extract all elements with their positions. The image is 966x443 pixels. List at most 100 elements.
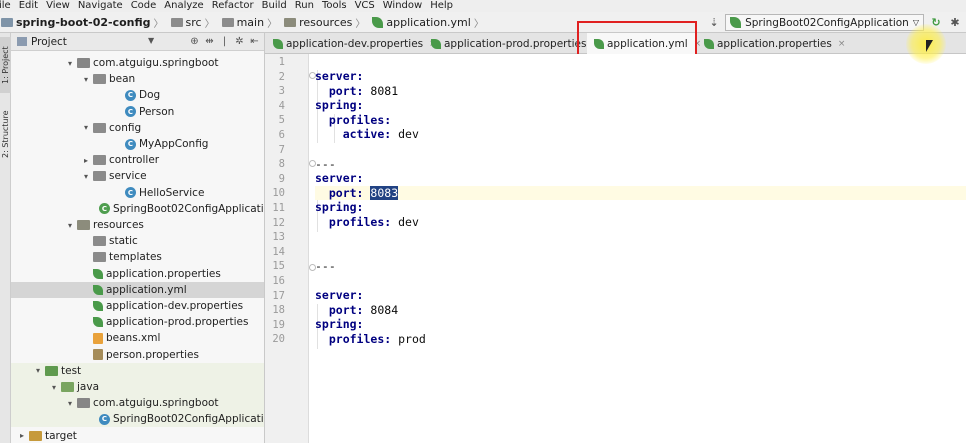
sync-icon[interactable]: ⊕ (187, 34, 202, 50)
tree-item[interactable]: ▾ config (11, 120, 264, 136)
breadcrumb-file[interactable]: application.yml (386, 16, 470, 29)
line-number: 3 (278, 85, 285, 98)
folder-icon (170, 17, 183, 27)
tree-item[interactable]: ▾ com.atguigu.springboot (11, 395, 264, 412)
project-panel-title[interactable]: Project (31, 36, 67, 48)
tree-item[interactable]: application-prod.properties (11, 314, 264, 330)
project-view-icon (17, 37, 27, 46)
code-line-5: profiles: (328, 112, 392, 127)
breadcrumb-separator: 〉 (267, 18, 278, 30)
tree-item[interactable]: C SpringBoot02ConfigApplication (11, 201, 264, 217)
line-number: 13 (272, 231, 285, 244)
expand-arrow-icon[interactable]: ▸ (81, 156, 91, 165)
code-line-15: --- (315, 259, 336, 273)
tree-item[interactable]: ▾ com.atguigu.springboot (11, 55, 264, 71)
tool-window-strip: 1: Project 2: Structure (0, 33, 11, 443)
expand-arrow-icon[interactable]: ▾ (81, 123, 91, 132)
menu-item[interactable]: Help (426, 0, 457, 12)
tree-item[interactable]: application.yml (11, 281, 264, 298)
tree-item[interactable]: CSpringBoot02ConfigApplicationT (11, 411, 264, 428)
code-line-18: port: 8084 (328, 302, 399, 317)
menu-item[interactable]: ile (0, 0, 15, 12)
tree-item[interactable]: ▸ target (11, 428, 264, 443)
breadcrumb-project[interactable]: spring-boot-02-config (16, 16, 151, 29)
tree-item[interactable]: application-dev.properties (11, 298, 264, 314)
tree-item[interactable]: person.properties (11, 347, 264, 363)
line-number: 15 (272, 260, 285, 273)
tree-item[interactable]: templates (11, 249, 264, 265)
menu-item[interactable]: View (42, 0, 74, 12)
code-editor[interactable]: 1 2 3 4 5 6 7 8 9 10 11 12 13 14 15 16 17 18 19 20 server: … (265, 54, 966, 443)
tree-item[interactable]: static (11, 233, 264, 249)
expand-arrow-icon[interactable]: ▾ (33, 366, 43, 375)
breadcrumb-resources[interactable]: resources (299, 16, 352, 29)
tree-item[interactable]: ▸ controller (11, 152, 264, 168)
test-folder-icon (61, 382, 74, 392)
expand-arrow-icon[interactable]: ▾ (65, 221, 75, 230)
menu-item[interactable]: Build (258, 0, 291, 12)
expand-arrow-icon[interactable]: ▾ (49, 383, 59, 392)
breadcrumb-src[interactable]: src (186, 16, 202, 29)
menu-bar: ile Edit View Navigate Code Analyze Refactor Bu… (0, 0, 966, 12)
tab-application-properties[interactable]: application.properties × (697, 33, 845, 54)
tree-item[interactable]: ▾ java (11, 379, 264, 395)
scroll-from-source-icon[interactable]: ⇹ (202, 34, 217, 50)
menu-item[interactable]: VCS (351, 0, 379, 12)
tree-item-label: bean (109, 73, 136, 86)
folder-icon (93, 155, 106, 166)
expand-arrow-icon[interactable]: ▸ (17, 431, 27, 440)
resources-folder-icon (284, 17, 297, 27)
menu-item[interactable]: Window (379, 0, 426, 12)
menu-item[interactable]: Navigate (74, 0, 127, 12)
tree-item[interactable]: ▾ service (11, 168, 264, 184)
code-line-10: port: 8083 (315, 185, 966, 201)
properties-file-icon (93, 349, 103, 361)
menu-item[interactable]: Code (127, 0, 161, 12)
tree-item-label: application.properties (106, 267, 221, 280)
expand-arrow-icon[interactable]: ▾ (65, 59, 75, 68)
line-number: 1 (278, 56, 285, 68)
breadcrumb-main[interactable]: main (237, 16, 264, 29)
run-configuration-dropdown[interactable]: SpringBoot02ConfigApplication ▽ (725, 14, 924, 31)
menu-item[interactable]: Refactor (208, 0, 258, 12)
breadcrumb-separator: 〉 (355, 18, 366, 30)
tree-item-label: person.properties (106, 348, 199, 361)
menu-item[interactable]: Analyze (160, 0, 207, 12)
close-icon[interactable]: × (838, 39, 846, 49)
separator: | (222, 36, 227, 47)
tree-item[interactable]: ▾ resources (11, 217, 264, 233)
mouse-pointer-icon (926, 40, 933, 52)
tree-item[interactable]: application.properties (11, 266, 264, 282)
chevron-down-icon[interactable]: ▼ (148, 36, 154, 45)
line-number: 4 (278, 99, 285, 112)
gear-icon[interactable]: ✲ (232, 34, 247, 50)
tree-item[interactable]: C MyAppConfig (11, 136, 264, 152)
folder-icon (93, 122, 106, 133)
hide-icon[interactable]: ⇤ (247, 34, 262, 50)
project-tool-tab[interactable]: 1: Project (0, 37, 11, 93)
menu-item[interactable]: Tools (318, 0, 351, 12)
structure-tool-tab[interactable]: 2: Structure (0, 103, 11, 165)
breadcrumb-separator: 〉 (473, 18, 484, 30)
line-number: 14 (272, 245, 285, 258)
tab-application-dev-properties[interactable]: application-dev.properties × (266, 33, 437, 54)
expand-arrow-icon[interactable]: ▾ (65, 399, 75, 408)
tree-item[interactable]: C HelloService (11, 185, 264, 201)
menu-item[interactable]: Run (291, 0, 318, 12)
tree-item[interactable]: C Dog (11, 87, 264, 103)
editor-tab-bar: application-dev.properties × application… (265, 33, 966, 54)
expand-arrow-icon[interactable]: ▾ (81, 172, 91, 181)
expand-arrow-icon[interactable]: ▾ (81, 75, 91, 84)
debug-icon[interactable]: ✱ (947, 15, 963, 31)
tree-item[interactable]: beans.xml (11, 330, 264, 346)
tree-item[interactable]: ▾ bean (11, 71, 264, 87)
spring-file-icon (594, 38, 604, 49)
tab-application-prod-properties[interactable]: application-prod.properties × (424, 33, 600, 54)
tree-item[interactable]: C Person (11, 104, 264, 120)
line-number: 10 (272, 187, 285, 200)
build-icon[interactable]: ⇣ (706, 15, 722, 31)
xml-file-icon (93, 332, 103, 344)
menu-item[interactable]: Edit (15, 0, 42, 12)
tab-application-yml[interactable]: application.yml × (587, 33, 701, 54)
tree-item[interactable]: ▾ test (11, 362, 264, 379)
